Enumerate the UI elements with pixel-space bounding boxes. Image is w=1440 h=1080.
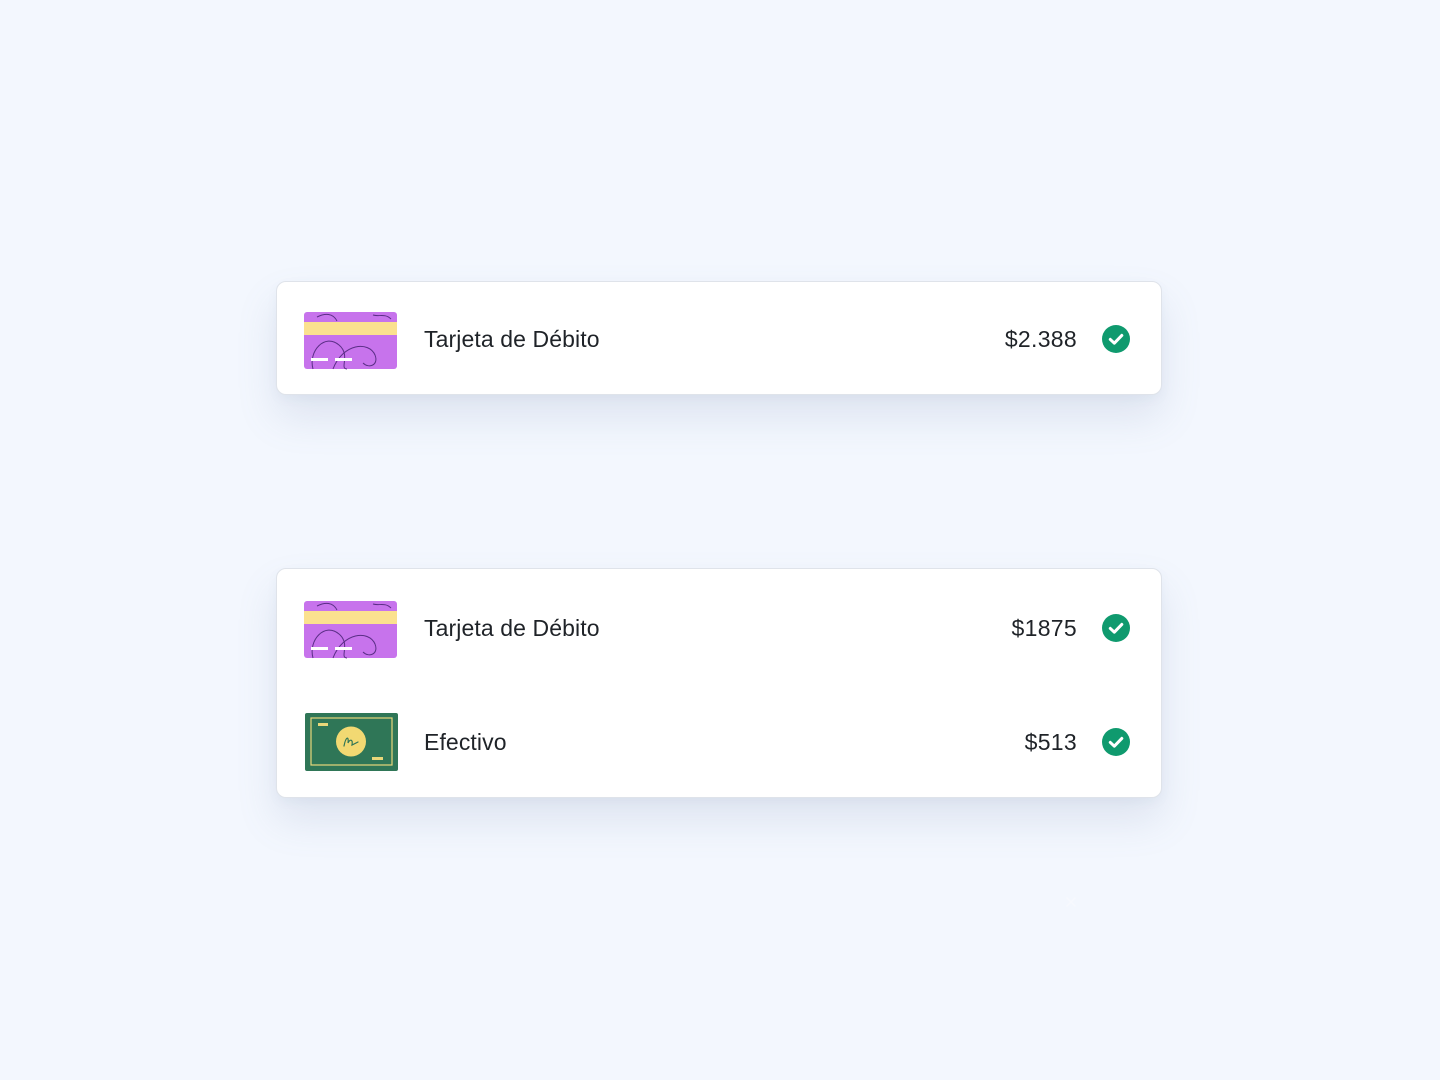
payment-row-debit[interactable]: Tarjeta de Débito $2.388 [277, 282, 1161, 396]
split-payment-card: Tarjeta de Débito $1875 Efectivo $513 [276, 568, 1162, 798]
payment-amount: $1875 [1011, 614, 1077, 641]
cash-bill-icon [303, 712, 399, 772]
close-icon [1064, 895, 1078, 909]
payment-method-label: Efectivo [424, 728, 507, 755]
payment-method-label: Tarjeta de Débito [424, 325, 600, 352]
payment-amount: $2.388 [1004, 325, 1077, 352]
payment-amount: $513 [1024, 728, 1077, 755]
payment-summary-card: Tarjeta de Débito $2.388 [276, 281, 1162, 395]
debit-card-icon [303, 600, 399, 660]
payment-row-debit[interactable]: Tarjeta de Débito $1875 [277, 571, 1161, 685]
payment-method-label: Tarjeta de Débito [424, 614, 600, 641]
debit-card-icon [303, 311, 399, 371]
payment-row-cash[interactable]: Efectivo $513 [277, 685, 1161, 799]
check-circle-icon [1102, 728, 1130, 756]
check-circle-icon [1102, 325, 1130, 353]
check-circle-icon [1102, 614, 1130, 642]
